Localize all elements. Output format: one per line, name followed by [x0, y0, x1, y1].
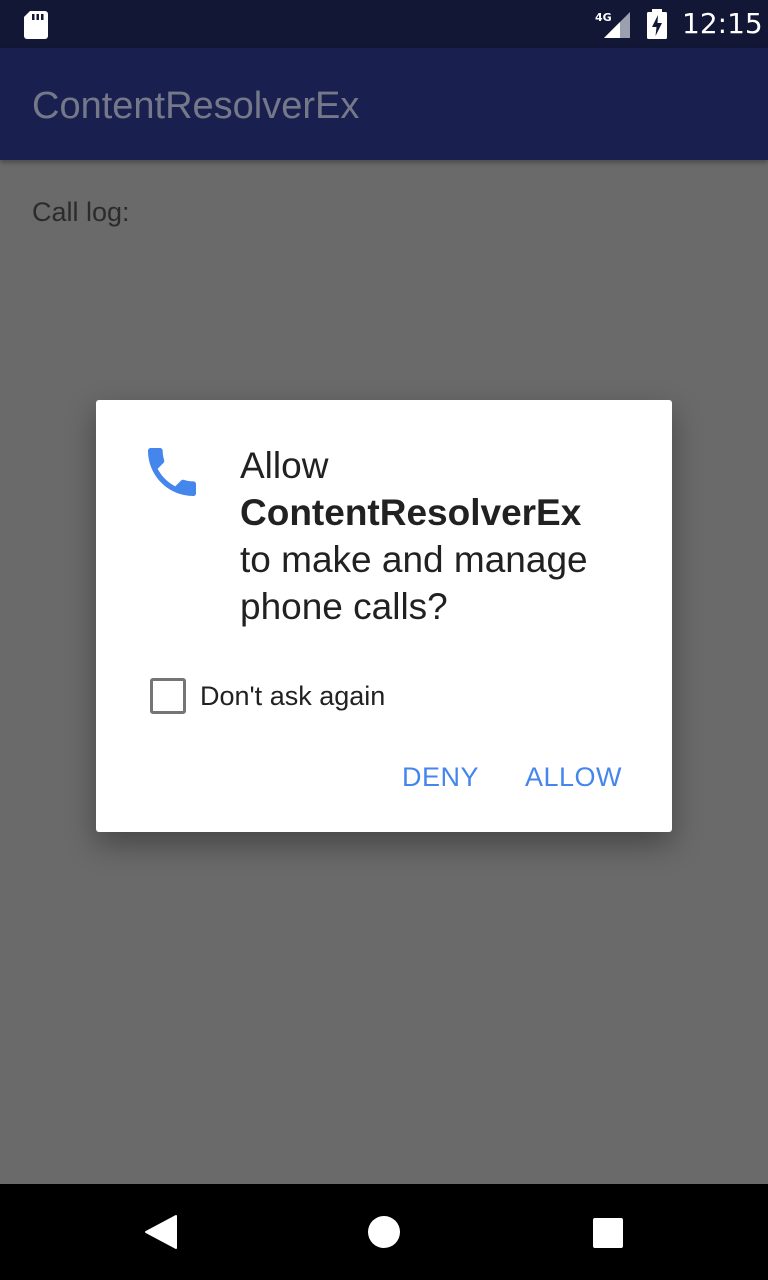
battery-charging-icon	[647, 9, 667, 39]
dont-ask-again-label[interactable]: Don't ask again	[200, 680, 385, 712]
back-icon[interactable]	[144, 1214, 178, 1250]
network-type-label: 4G	[595, 11, 612, 24]
permission-suffix: to make and manage phone calls?	[240, 539, 588, 627]
deny-button[interactable]: DENY	[402, 760, 479, 794]
sd-card-icon	[24, 11, 48, 39]
dont-ask-again-checkbox[interactable]	[150, 678, 186, 714]
permission-prefix: Allow	[240, 445, 329, 486]
screen: 4G 12:15 ContentResolverEx Call log: All…	[0, 0, 768, 1280]
permission-app-name: ContentResolverEx	[240, 492, 582, 533]
recents-icon[interactable]	[593, 1218, 623, 1248]
signal-icon: 4G	[595, 11, 630, 38]
phone-icon	[148, 448, 196, 496]
app-title: ContentResolverEx	[32, 85, 360, 127]
home-icon[interactable]	[368, 1216, 400, 1248]
status-bar: 4G 12:15	[0, 0, 768, 48]
status-bar-clock: 12:15	[682, 7, 763, 40]
allow-button[interactable]: ALLOW	[525, 760, 622, 794]
call-log-label: Call log:	[32, 197, 130, 227]
permission-message: Allow ContentResolverEx to make and mana…	[240, 442, 650, 630]
